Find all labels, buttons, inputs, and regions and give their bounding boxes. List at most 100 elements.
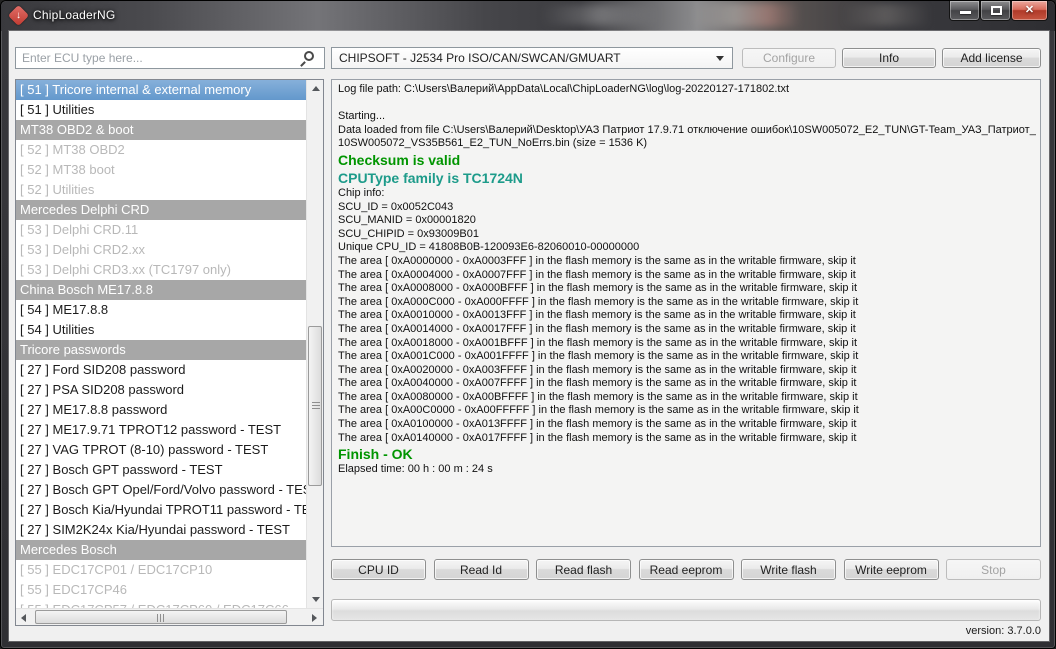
action-button-row: CPU ID Read Id Read flash Read eeprom Write … [331, 559, 1041, 580]
ecu-list-item[interactable]: [ 51 ] Tricore internal & external memor… [16, 80, 306, 100]
down-arrow-icon: ↓ [11, 8, 26, 23]
app-window: ↓ ChipLoaderNG ✕ CHIPSOFT - J2534 Pro IS… [0, 0, 1056, 649]
minimize-icon [960, 11, 971, 14]
ecu-list-item[interactable]: [ 55 ] EDC17CP57 / EDC17CP60 / EDC17C66 [16, 600, 306, 608]
log-line: Chip info: [338, 187, 1034, 201]
progress-bar [331, 599, 1041, 621]
log-output[interactable]: Log file path: C:\Users\Валерий\AppData\… [331, 79, 1041, 547]
scroll-down-button[interactable] [307, 591, 324, 608]
ecu-list-item[interactable]: [ 52 ] MT38 OBD2 [16, 140, 306, 160]
log-line: Starting... [338, 110, 1034, 124]
horizontal-scrollbar[interactable] [16, 608, 323, 625]
ecu-list-item[interactable]: [ 54 ] ME17.8.8 [16, 300, 306, 320]
device-dropdown-value: CHIPSOFT - J2534 Pro ISO/CAN/SWCAN/GMUAR… [339, 51, 621, 65]
configure-button[interactable]: Configure [742, 48, 836, 68]
ecu-list-item[interactable]: [ 27 ] Bosch GPT password - TEST [16, 460, 306, 480]
ecu-group-header: MT38 OBD2 & boot [16, 120, 306, 140]
log-line: The area [ 0xA0020000 - 0xA003FFFF ] in … [338, 364, 1034, 378]
log-line: The area [ 0xA0000000 - 0xA0003FFF ] in … [338, 255, 1034, 269]
ecu-list-item[interactable]: [ 27 ] PSA SID208 password [16, 380, 306, 400]
read-eeprom-button[interactable]: Read eeprom [639, 559, 734, 580]
log-line: The area [ 0xA0040000 - 0xA007FFFF ] in … [338, 377, 1034, 391]
log-line: The area [ 0xA00C0000 - 0xA00FFFFF ] in … [338, 404, 1034, 418]
ecu-list-item[interactable]: [ 55 ] EDC17CP46 [16, 580, 306, 600]
stop-button[interactable]: Stop [946, 559, 1041, 580]
log-line: Elapsed time: 00 h : 00 m : 24 s [338, 463, 1034, 477]
ecu-list-item[interactable]: [ 51 ] Utilities [16, 100, 306, 120]
ecu-list-item[interactable]: [ 53 ] Delphi CRD2.xx [16, 240, 306, 260]
titlebar[interactable]: ↓ ChipLoaderNG ✕ [1, 1, 1055, 31]
log-line: The area [ 0xA0008000 - 0xA000BFFF ] in … [338, 282, 1034, 296]
info-button[interactable]: Info [842, 48, 936, 68]
write-flash-button[interactable]: Write flash [741, 559, 836, 580]
titlebar-glass-artifact [841, 4, 931, 26]
ecu-list-item[interactable]: [ 27 ] Bosch Kia/Hyundai TPROT11 passwor… [16, 500, 306, 520]
ecu-list-item[interactable]: [ 52 ] Utilities [16, 180, 306, 200]
ecu-list-item[interactable]: [ 27 ] ME17.8.8 password [16, 400, 306, 420]
log-line: SCU_CHIPID = 0x93009B01 [338, 228, 1034, 242]
ecu-group-header: Tricore passwords [16, 340, 306, 360]
log-line: CPUType family is TC1724N [338, 169, 1034, 187]
close-button[interactable]: ✕ [1011, 1, 1048, 21]
log-line: The area [ 0xA0018000 - 0xA001BFFF ] in … [338, 337, 1034, 351]
scroll-right-button[interactable] [306, 609, 323, 626]
ecu-list-item[interactable]: [ 55 ] EDC17CP01 / EDC17CP10 [16, 560, 306, 580]
search-input[interactable] [15, 47, 298, 69]
cpu-id-button[interactable]: CPU ID [331, 559, 426, 580]
ecu-list-item[interactable]: [ 53 ] Delphi CRD.11 [16, 220, 306, 240]
maximize-icon [991, 6, 1002, 15]
arrow-up-icon [312, 86, 320, 91]
ecu-list-item[interactable]: [ 27 ] ME17.9.71 TPROT12 password - TEST [16, 420, 306, 440]
arrow-down-icon [312, 597, 320, 602]
log-line: SCU_MANID = 0x00001820 [338, 214, 1034, 228]
titlebar-glass-artifact [541, 5, 661, 25]
app-icon: ↓ [8, 5, 29, 26]
horizontal-scroll-thumb[interactable] [35, 610, 287, 624]
titlebar-glass-artifact [691, 3, 801, 27]
ecu-list-item[interactable]: [ 27 ] Ford SID208 password [16, 360, 306, 380]
log-line: The area [ 0xA0100000 - 0xA013FFFF ] in … [338, 418, 1034, 432]
log-line: The area [ 0xA0080000 - 0xA00BFFFF ] in … [338, 391, 1034, 405]
scroll-up-button[interactable] [307, 80, 324, 97]
search-button[interactable] [297, 47, 325, 69]
minimize-button[interactable] [949, 1, 980, 21]
read-id-button[interactable]: Read Id [434, 559, 529, 580]
write-eeprom-button[interactable]: Write eeprom [844, 559, 939, 580]
log-line: The area [ 0xA000C000 - 0xA000FFFF ] in … [338, 296, 1034, 310]
ecu-group-header: China Bosch ME17.8.8 [16, 280, 306, 300]
scroll-left-button[interactable] [16, 609, 33, 626]
log-line: Finish - OK [338, 445, 1034, 463]
log-line: The area [ 0xA0140000 - 0xA017FFFF ] in … [338, 432, 1034, 446]
vertical-scroll-thumb[interactable] [308, 326, 322, 486]
ecu-list-item[interactable]: [ 27 ] VAG TPROT (8-10) password - TEST [16, 440, 306, 460]
ecu-list: [ 51 ] Tricore internal & external memor… [16, 80, 306, 608]
log-line: The area [ 0xA0004000 - 0xA0007FFF ] in … [338, 269, 1034, 283]
log-line: SCU_ID = 0x0052C043 [338, 201, 1034, 215]
arrow-right-icon [312, 614, 317, 622]
log-line [338, 97, 1034, 111]
log-line: Log file path: C:\Users\Валерий\AppData\… [338, 83, 1034, 97]
thumb-grip-icon [312, 402, 320, 409]
device-dropdown[interactable]: CHIPSOFT - J2534 Pro ISO/CAN/SWCAN/GMUAR… [331, 47, 733, 69]
ecu-list-item[interactable]: [ 53 ] Delphi CRD3.xx (TC1797 only) [16, 260, 306, 280]
version-label: version: 3.7.0.0 [966, 625, 1041, 637]
thumb-grip-icon [157, 614, 164, 622]
log-line: The area [ 0xA001C000 - 0xA001FFFF ] in … [338, 350, 1034, 364]
vertical-scrollbar[interactable] [306, 80, 323, 608]
log-line: Unique CPU_ID = 41808B0B-120093E6-820600… [338, 241, 1034, 255]
chevron-down-icon [716, 56, 724, 61]
maximize-button[interactable] [980, 1, 1011, 21]
ecu-group-header: Mercedes Delphi CRD [16, 200, 306, 220]
window-title: ChipLoaderNG [33, 8, 115, 22]
ecu-group-header: Mercedes Bosch [16, 540, 306, 560]
read-flash-button[interactable]: Read flash [536, 559, 631, 580]
ecu-list-item[interactable]: [ 52 ] MT38 boot [16, 160, 306, 180]
ecu-list-item[interactable]: [ 27 ] Bosch GPT Opel/Ford/Volvo passwor… [16, 480, 306, 500]
close-icon: ✕ [1025, 4, 1034, 16]
ecu-list-item[interactable]: [ 54 ] Utilities [16, 320, 306, 340]
log-line: Data loaded from file C:\Users\Валерий\D… [338, 124, 1034, 138]
search-icon [304, 51, 314, 61]
client-area: CHIPSOFT - J2534 Pro ISO/CAN/SWCAN/GMUAR… [9, 31, 1049, 641]
ecu-list-item[interactable]: [ 27 ] SIM2K24x Kia/Hyundai password - T… [16, 520, 306, 540]
add-license-button[interactable]: Add license [942, 48, 1041, 68]
